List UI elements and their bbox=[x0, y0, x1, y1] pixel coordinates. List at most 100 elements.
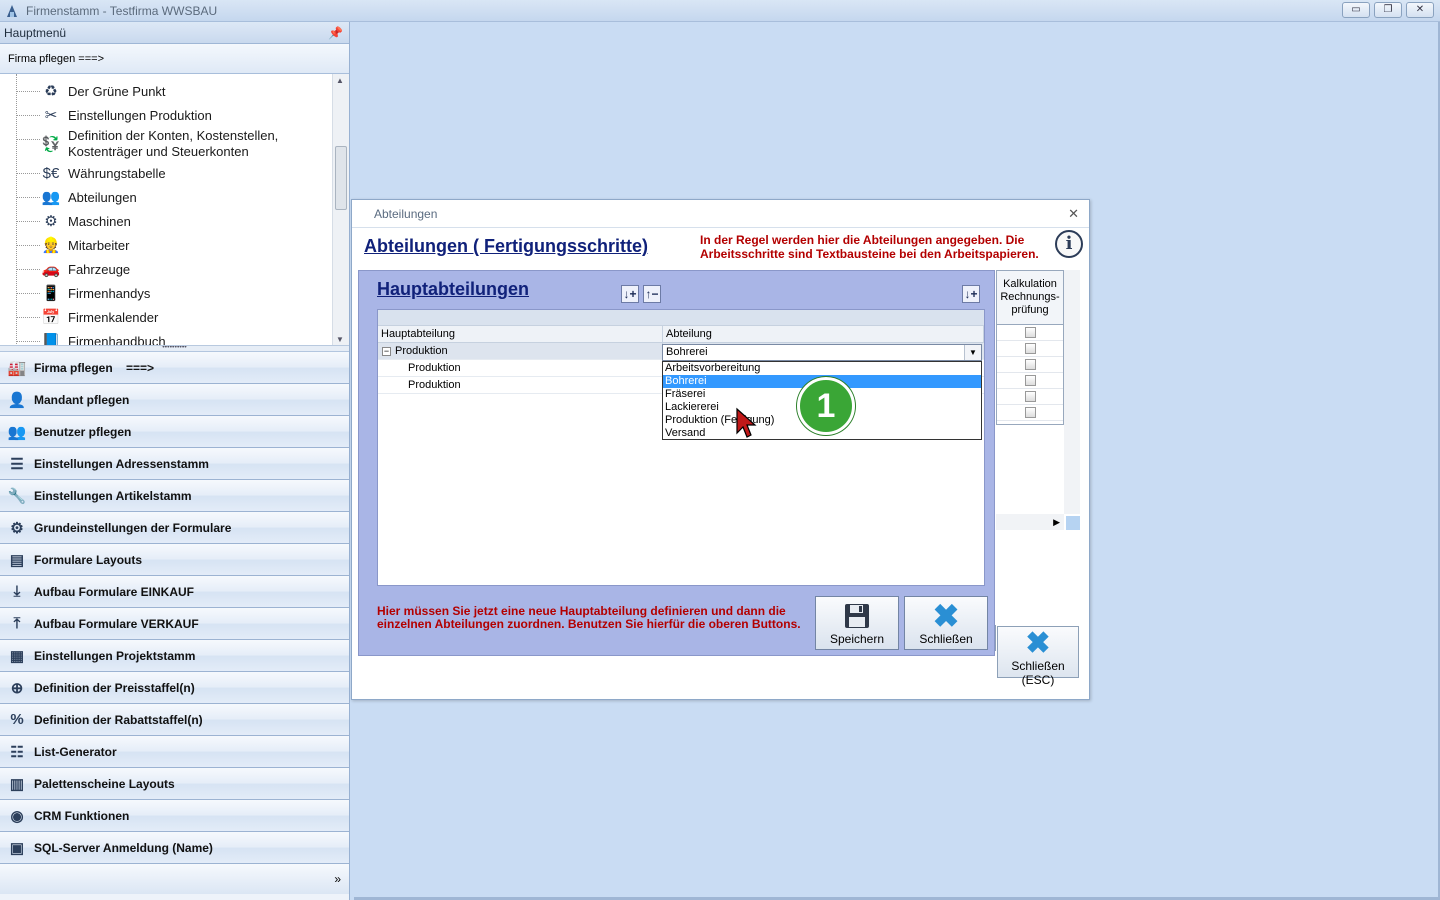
grid-vertical-scrollbar[interactable] bbox=[1064, 270, 1080, 514]
menu-button[interactable]: ⤓ Aufbau Formulare EINKAUF bbox=[0, 576, 349, 608]
tree-item[interactable]: ♻ Der Grüne Punkt bbox=[40, 80, 165, 102]
pallet-icon: ▥ bbox=[9, 775, 25, 793]
mouse-cursor-icon bbox=[736, 407, 757, 438]
restore-button[interactable]: ❐ bbox=[1374, 2, 1402, 18]
scroll-down-icon[interactable]: ▼ bbox=[336, 335, 344, 344]
checkbox-row[interactable] bbox=[997, 405, 1063, 421]
tree-item[interactable]: 📘 Firmenhandbuch bbox=[40, 330, 166, 346]
menu-button-label: Formulare Layouts bbox=[34, 552, 143, 567]
step-badge: 1 bbox=[797, 377, 855, 435]
kalkulation-column-header[interactable]: Kalkulation Rechnungs- prüfung bbox=[997, 271, 1063, 325]
checkbox-row[interactable] bbox=[997, 325, 1063, 341]
menu-button[interactable]: ⊕ Definition der Preisstaffel(n) bbox=[0, 672, 349, 704]
column-header-abteilung[interactable]: Abteilung bbox=[663, 326, 984, 342]
menu-button-label: CRM Funktionen bbox=[34, 808, 130, 823]
menu-button[interactable]: ▦ Einstellungen Projektstamm bbox=[0, 640, 349, 672]
dialog-title: Abteilungen bbox=[374, 206, 438, 221]
menu-button[interactable]: 🔧 Einstellungen Artikelstamm bbox=[0, 480, 349, 512]
tree-item[interactable]: ⚙ Maschinen bbox=[40, 210, 131, 232]
dialog-close-icon[interactable]: ✕ bbox=[1068, 206, 1079, 222]
tree-item[interactable]: ✂ Einstellungen Produktion bbox=[40, 104, 212, 126]
menu-button[interactable]: 👤 Mandant pflegen bbox=[0, 384, 349, 416]
tree-item-label: Fahrzeuge bbox=[68, 261, 131, 277]
book-icon: 📘 bbox=[41, 333, 61, 346]
tree-item-label: Maschinen bbox=[68, 213, 131, 229]
tree-item[interactable]: 📅 Firmenkalender bbox=[40, 306, 159, 328]
tree-connector bbox=[16, 245, 40, 246]
close-esc-label: Schließen (ESC) bbox=[1011, 659, 1065, 687]
menu-button[interactable]: ▥ Palettenscheine Layouts bbox=[0, 768, 349, 800]
background-grid: Kalkulation Rechnungs- prüfung bbox=[996, 270, 1064, 425]
menu-button[interactable]: ◉ CRM Funktionen bbox=[0, 800, 349, 832]
tree-scrollbar[interactable]: ▲ ▼ bbox=[332, 74, 349, 345]
minimize-button[interactable]: ▭ bbox=[1342, 2, 1370, 18]
users-icon: 👥 bbox=[7, 423, 27, 441]
chevron-down-icon[interactable]: ▼ bbox=[964, 345, 981, 360]
add-down-icon[interactable]: ↓+ bbox=[621, 285, 639, 303]
menu-button[interactable]: 👥 Benutzer pflegen bbox=[0, 416, 349, 448]
tree-connector bbox=[16, 341, 40, 342]
tree-connector bbox=[16, 115, 40, 116]
save-button[interactable]: Speichern bbox=[815, 596, 899, 650]
dropdown-option[interactable]: Arbeitsvorbereitung bbox=[663, 362, 981, 375]
expand-menu-icon[interactable]: » bbox=[334, 872, 341, 886]
crm-icon: ◉ bbox=[10, 807, 24, 825]
menu-button[interactable]: ☷ List-Generator bbox=[0, 736, 349, 768]
pin-icon[interactable]: 📌 bbox=[328, 26, 343, 40]
menu-button[interactable]: ⚙ Grundeinstellungen der Formulare bbox=[0, 512, 349, 544]
add-sub-icon[interactable]: ↓+ bbox=[962, 285, 980, 303]
hauptabteilungen-panel: Hauptabteilungen ↓+ ↑− ↓+ Hauptabteilung… bbox=[358, 270, 995, 656]
menu-button[interactable]: ▣ SQL-Server Anmeldung (Name) bbox=[0, 832, 349, 864]
column-header-hauptabteilung[interactable]: Hauptabteilung bbox=[378, 326, 663, 342]
menu-button[interactable]: ⤒ Aufbau Formulare VERKAUF bbox=[0, 608, 349, 640]
tree-item[interactable]: 👷 Mitarbeiter bbox=[40, 234, 130, 256]
info-icon[interactable]: i bbox=[1055, 230, 1083, 258]
close-button[interactable]: ✖ Schließen bbox=[904, 596, 988, 650]
price-icon: ⊕ bbox=[10, 679, 24, 697]
server-icon: ▣ bbox=[9, 839, 25, 857]
tree-item[interactable]: $€ Währungstabelle bbox=[40, 162, 166, 184]
discount-icon: % bbox=[10, 711, 24, 728]
calendar-icon: 📅 bbox=[41, 309, 61, 326]
tree-item-label: Abteilungen bbox=[68, 189, 137, 205]
checkbox-row[interactable] bbox=[997, 373, 1063, 389]
phone-icon: 📱 bbox=[41, 285, 61, 302]
menu-button-label: Einstellungen Adressenstamm bbox=[34, 456, 209, 471]
close-esc-button[interactable]: ✖ Schließen (ESC) bbox=[997, 626, 1079, 687]
menu-tree: ▲ ▼ ♻ Der Grüne Punkt ✂ Einstellungen Produ… bbox=[0, 74, 349, 346]
menu-button[interactable]: % Definition der Rabattstaffel(n) bbox=[0, 704, 349, 736]
tree-item[interactable]: 👥 Abteilungen bbox=[40, 186, 137, 208]
menu-button[interactable]: ☰ Einstellungen Adressenstamm bbox=[0, 448, 349, 480]
row-value: Produktion bbox=[408, 362, 461, 374]
menu-button[interactable]: ▤ Formulare Layouts bbox=[0, 544, 349, 576]
menu-button-label: Einstellungen Artikelstamm bbox=[34, 488, 192, 503]
tree-item[interactable]: 🚗 Fahrzeuge bbox=[40, 258, 131, 280]
tree-connector bbox=[16, 197, 40, 198]
scroll-thumb[interactable] bbox=[335, 146, 347, 210]
remove-up-icon[interactable]: ↑− bbox=[643, 285, 661, 303]
floppy-icon bbox=[816, 600, 898, 632]
menu-button-label: Definition der Rabattstaffel(n) bbox=[34, 712, 203, 727]
tools-icon: ✂ bbox=[44, 107, 58, 124]
checkbox-row[interactable] bbox=[997, 389, 1063, 405]
tree-item[interactable]: 💱 Definition der Konten, Kostenstellen, Ko… bbox=[40, 128, 279, 160]
scroll-up-icon[interactable]: ▲ bbox=[336, 76, 344, 85]
close-window-button[interactable]: ✕ bbox=[1406, 2, 1434, 18]
tree-connector bbox=[16, 91, 40, 92]
checkbox-row[interactable] bbox=[997, 341, 1063, 357]
abteilung-combobox[interactable]: Bohrerei ▼ bbox=[662, 344, 982, 361]
grid-horizontal-scrollbar[interactable]: ▶ bbox=[996, 514, 1064, 530]
upload-icon: ⤒ bbox=[13, 615, 21, 632]
menu-button-label: Benutzer pflegen bbox=[34, 424, 132, 439]
collapse-icon[interactable]: − bbox=[382, 346, 391, 356]
factory-icon: 🏭 bbox=[7, 359, 27, 377]
close-x-icon: ✖ bbox=[1025, 627, 1051, 660]
checkbox-row[interactable] bbox=[997, 357, 1063, 373]
project-icon: ▦ bbox=[9, 647, 25, 665]
menu-button-label: Palettenscheine Layouts bbox=[34, 776, 175, 791]
tree-item-label: Definition der Konten, Kostenstellen, Kos… bbox=[68, 128, 278, 160]
window-title: Firmenstamm - Testfirma WWSBAU bbox=[26, 3, 218, 18]
menu-button[interactable]: 🏭 Firma pflegen ===> bbox=[0, 352, 349, 384]
tree-item[interactable]: 📱 Firmenhandys bbox=[40, 282, 151, 304]
menu-footer[interactable]: » bbox=[0, 864, 349, 894]
